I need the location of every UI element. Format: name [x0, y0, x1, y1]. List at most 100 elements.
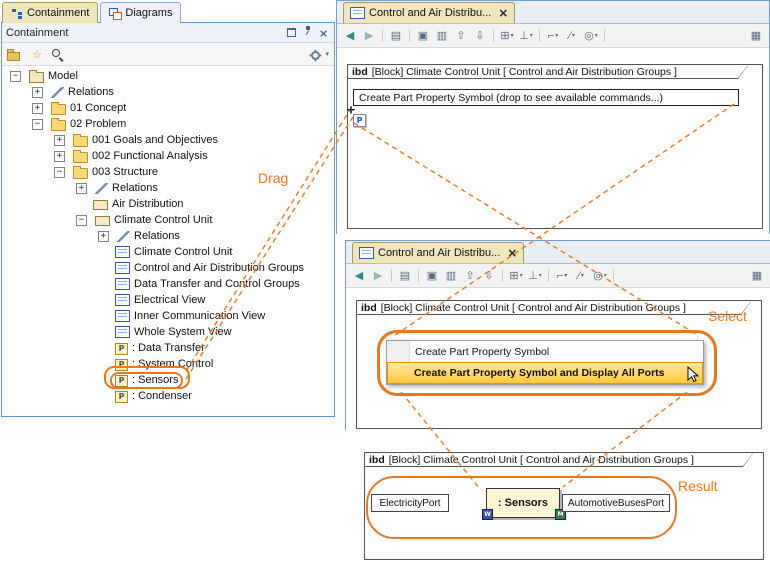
- paste-icon[interactable]: ▥: [434, 28, 450, 44]
- diagram-icon: [115, 310, 130, 322]
- tree-item-001-goals-and-objectives[interactable]: +001 Goals and Objectives: [2, 132, 334, 148]
- move-up-icon[interactable]: ⇧: [462, 268, 478, 284]
- move-down-icon[interactable]: ⇩: [481, 268, 497, 284]
- diagram-icon: [115, 246, 130, 258]
- tree-item-electrical-view[interactable]: Electrical View: [2, 292, 334, 308]
- expand-icon[interactable]: +: [54, 135, 65, 146]
- tab-close-icon[interactable]: [495, 7, 508, 20]
- zoom-icon[interactable]: ◎▾: [583, 28, 599, 44]
- tree-item-climate-control-unit[interactable]: Climate Control Unit: [2, 244, 334, 260]
- pin-icon[interactable]: [301, 24, 314, 37]
- tree-item-content: Inner Communication View: [110, 308, 270, 324]
- tree-item-model[interactable]: −Model: [2, 68, 334, 84]
- containment-tree-icon[interactable]: ▤: [397, 268, 413, 284]
- tree-item-003-structure[interactable]: −003 Structure: [2, 164, 334, 180]
- float-icon[interactable]: [285, 26, 298, 39]
- tree-item-label: Climate Control Unit: [134, 246, 232, 258]
- tree-item-content: Climate Control Unit: [90, 212, 217, 228]
- nav-forward-icon[interactable]: ▶: [361, 28, 377, 44]
- tree-item-data-transfer[interactable]: : Data Transfer: [2, 340, 334, 356]
- collapse-icon[interactable]: −: [54, 167, 65, 178]
- copy-image-icon[interactable]: ▣: [424, 268, 440, 284]
- magnet-icon[interactable]: ⊥▾: [518, 28, 534, 44]
- tree-item-label: Control and Air Distribution Groups: [134, 262, 304, 274]
- magnet-icon[interactable]: ⊥▾: [527, 268, 543, 284]
- port-label-automotivebusesport[interactable]: AutomotiveBusesPort: [562, 494, 670, 512]
- move-up-icon[interactable]: ⇧: [453, 28, 469, 44]
- tab-diagrams[interactable]: Diagrams: [100, 2, 181, 23]
- tab-control-and-air-distribution[interactable]: Control and Air Distribu...: [343, 2, 515, 23]
- nav-back-icon[interactable]: ◀: [351, 268, 367, 284]
- expand-icon[interactable]: +: [98, 231, 109, 242]
- expand-icon[interactable]: +: [76, 183, 87, 194]
- tree-item-relations[interactable]: +Relations: [2, 228, 334, 244]
- window-grid-icon[interactable]: ▦: [748, 28, 764, 44]
- diagram-canvas[interactable]: ibd [Block] Climate Control Unit [ Contr…: [337, 48, 769, 234]
- containment-tree-icon[interactable]: ▤: [388, 28, 404, 44]
- tree-item-02-problem[interactable]: −02 Problem: [2, 116, 334, 132]
- path-rect-icon[interactable]: ⌐▾: [545, 28, 561, 44]
- align-icon[interactable]: ⊞▾: [499, 28, 515, 44]
- copy-image-icon[interactable]: ▣: [415, 28, 431, 44]
- tree-item-relations[interactable]: +Relations: [2, 180, 334, 196]
- frame-title-text: [Block] Climate Control Unit [ Control a…: [381, 302, 686, 314]
- tab-containment[interactable]: Containment: [2, 2, 98, 23]
- paste-icon[interactable]: ▥: [443, 268, 459, 284]
- nav-back-icon[interactable]: ◀: [342, 28, 358, 44]
- tree-item-data-transfer-and-control-groups[interactable]: Data Transfer and Control Groups: [2, 276, 334, 292]
- tab-close-icon[interactable]: [504, 247, 517, 260]
- part-symbol-sensors[interactable]: : Sensors: [486, 488, 560, 518]
- tree-item-content: 002 Functional Analysis: [68, 148, 213, 165]
- tree-item-climate-control-unit[interactable]: −Climate Control Unit: [2, 212, 334, 228]
- tree-item-system-control[interactable]: : System Control: [2, 356, 334, 372]
- diagram-canvas[interactable]: ibd [Block] Climate Control Unit [ Contr…: [346, 288, 770, 430]
- favorites-icon[interactable]: ☆: [29, 46, 45, 62]
- collapse-icon[interactable]: −: [76, 215, 87, 226]
- tree-item-label: 001 Goals and Objectives: [92, 134, 218, 146]
- nav-forward-icon[interactable]: ▶: [370, 268, 386, 284]
- expand-icon[interactable]: +: [54, 151, 65, 162]
- toolbar-separator: [502, 269, 503, 282]
- tab-containment-label: Containment: [27, 7, 89, 19]
- tab-control-and-air-distribution[interactable]: Control and Air Distribu...: [352, 242, 524, 263]
- tree-item-control-and-air-distribution-groups[interactable]: Control and Air Distribution Groups: [2, 260, 334, 276]
- path-oblique-icon[interactable]: ∕▾: [573, 268, 589, 284]
- window-grid-icon[interactable]: ▦: [749, 268, 765, 284]
- open-element-icon[interactable]: [7, 49, 23, 60]
- tree-item-whole-system-view[interactable]: Whole System View: [2, 324, 334, 340]
- containment-tab-icon: [11, 8, 23, 19]
- panel-toolbar: ☆ ▾: [2, 43, 334, 66]
- tab-bar: Control and Air Distribu...: [346, 241, 770, 264]
- tree-item-content: : Sensors: [110, 372, 183, 389]
- containment-tree[interactable]: −Model+Relations+01 Concept−02 Problem+0…: [2, 66, 334, 416]
- tree-item-inner-communication-view[interactable]: Inner Communication View: [2, 308, 334, 324]
- path-oblique-icon[interactable]: ∕▾: [564, 28, 580, 44]
- menu-item-create-part-property-symbol[interactable]: Create Part Property Symbol: [387, 341, 703, 362]
- expand-icon[interactable]: +: [32, 87, 43, 98]
- expand-icon[interactable]: +: [32, 103, 43, 114]
- collapse-icon[interactable]: −: [10, 71, 21, 82]
- menu-item-create-part-property-symbol-display-all-ports[interactable]: Create Part Property Symbol and Display …: [387, 362, 703, 384]
- collapse-icon[interactable]: −: [32, 119, 43, 130]
- align-icon[interactable]: ⊞▾: [508, 268, 524, 284]
- tree-item-label: : Condenser: [132, 390, 192, 402]
- tree-item-relations[interactable]: +Relations: [2, 84, 334, 100]
- relations-icon: [95, 183, 108, 194]
- tree-item-condenser[interactable]: : Condenser: [2, 388, 334, 404]
- zoom-icon[interactable]: ◎▾: [592, 268, 608, 284]
- move-down-icon[interactable]: ⇩: [472, 28, 488, 44]
- path-rect-icon[interactable]: ⌐▾: [554, 268, 570, 284]
- search-icon[interactable]: [51, 48, 67, 61]
- port-symbol-left-icon[interactable]: W: [482, 509, 493, 520]
- toolbar-separator: [493, 29, 494, 42]
- tree-item-label: 002 Functional Analysis: [92, 150, 208, 162]
- port-label-electricityport[interactable]: ElectricityPort: [371, 494, 449, 512]
- tree-item-01-concept[interactable]: +01 Concept: [2, 100, 334, 116]
- close-icon[interactable]: [317, 28, 330, 41]
- relations-icon: [117, 231, 130, 242]
- tree-item-sensors[interactable]: : Sensors: [2, 372, 334, 388]
- tree-item-002-functional-analysis[interactable]: +002 Functional Analysis: [2, 148, 334, 164]
- settings-gear-icon[interactable]: [308, 48, 324, 61]
- diagram-toolbar: ◀▶ ▤ ▣▥⇧⇩ ⊞▾⊥▾ ⌐▾∕▾◎▾ ▦: [337, 24, 769, 48]
- tree-item-air-distribution[interactable]: Air Distribution: [2, 196, 334, 212]
